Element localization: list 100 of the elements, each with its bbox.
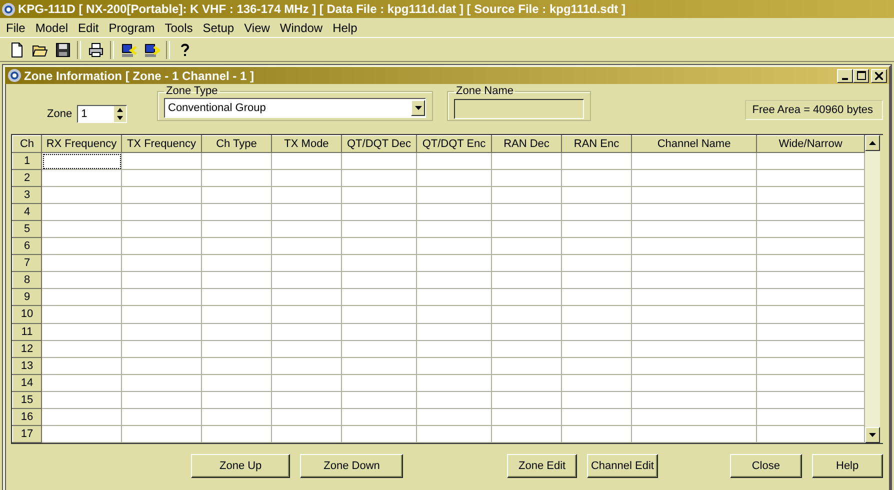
table-cell[interactable] xyxy=(632,425,756,442)
table-cell[interactable] xyxy=(122,152,202,170)
table-cell[interactable] xyxy=(272,152,342,170)
table-cell[interactable] xyxy=(492,152,562,170)
table-cell[interactable] xyxy=(42,408,122,426)
row-header[interactable]: 9 xyxy=(12,288,42,306)
table-cell[interactable] xyxy=(492,340,562,358)
table-cell[interactable] xyxy=(42,186,122,204)
table-cell[interactable] xyxy=(342,186,416,204)
table-cell[interactable] xyxy=(202,254,272,272)
row-header[interactable]: 1 xyxy=(12,152,42,170)
table-cell[interactable] xyxy=(202,306,272,324)
table-cell[interactable] xyxy=(272,238,342,255)
zone-name-field[interactable] xyxy=(454,99,584,119)
scroll-bar[interactable] xyxy=(865,135,880,443)
table-cell[interactable] xyxy=(342,204,416,221)
table-cell[interactable] xyxy=(416,272,492,289)
table-cell[interactable] xyxy=(122,170,202,187)
table-cell[interactable] xyxy=(122,186,202,204)
dialog-button[interactable]: Zone Edit xyxy=(507,454,577,478)
table-cell[interactable] xyxy=(562,391,632,408)
printer-icon[interactable] xyxy=(88,42,104,58)
table-cell[interactable] xyxy=(122,323,202,340)
table-cell[interactable] xyxy=(122,374,202,392)
table-cell[interactable] xyxy=(756,186,864,204)
table-cell[interactable] xyxy=(42,357,122,374)
table-cell[interactable] xyxy=(416,152,492,170)
table-cell[interactable] xyxy=(202,323,272,340)
table-cell[interactable] xyxy=(416,374,492,392)
dialog-button[interactable]: Zone Down xyxy=(300,454,404,478)
table-cell[interactable] xyxy=(342,323,416,340)
table-cell[interactable] xyxy=(756,272,864,289)
table-cell[interactable] xyxy=(42,254,122,272)
row-header[interactable]: 13 xyxy=(12,357,42,374)
table-cell[interactable] xyxy=(562,357,632,374)
table-cell[interactable] xyxy=(122,238,202,255)
table-cell[interactable] xyxy=(342,306,416,324)
table-cell[interactable] xyxy=(756,323,864,340)
row-header[interactable]: 4 xyxy=(12,204,42,221)
table-cell[interactable] xyxy=(202,238,272,255)
table-cell[interactable] xyxy=(42,220,122,238)
row-header[interactable]: 14 xyxy=(12,374,42,392)
table-cell[interactable] xyxy=(632,391,756,408)
row-header[interactable]: 17 xyxy=(12,425,42,442)
table-cell[interactable] xyxy=(272,204,342,221)
table-cell[interactable] xyxy=(562,170,632,187)
table-cell[interactable] xyxy=(342,254,416,272)
table-cell[interactable] xyxy=(756,425,864,442)
zone-spinner[interactable]: 1 xyxy=(77,105,128,123)
table-cell[interactable] xyxy=(42,306,122,324)
row-header[interactable]: 15 xyxy=(12,391,42,408)
table-cell[interactable] xyxy=(756,254,864,272)
column-header[interactable]: RAN Dec xyxy=(492,136,562,153)
dialog-button[interactable]: Close xyxy=(730,454,802,478)
table-cell[interactable] xyxy=(202,374,272,392)
column-header[interactable]: Wide/Narrow xyxy=(756,136,864,153)
table-cell[interactable] xyxy=(632,340,756,358)
menu-item[interactable]: Edit xyxy=(73,20,104,34)
table-cell[interactable] xyxy=(492,238,562,255)
table-cell[interactable] xyxy=(632,306,756,324)
dialog-button[interactable]: Help xyxy=(812,454,884,478)
table-cell[interactable] xyxy=(416,425,492,442)
row-header[interactable]: 5 xyxy=(12,220,42,238)
dialog-button[interactable]: Channel Edit xyxy=(586,454,658,478)
table-cell[interactable] xyxy=(42,152,122,170)
menu-item[interactable]: View xyxy=(239,20,275,34)
table-cell[interactable] xyxy=(342,374,416,392)
table-cell[interactable] xyxy=(416,204,492,221)
table-cell[interactable] xyxy=(122,357,202,374)
table-cell[interactable] xyxy=(122,408,202,426)
row-header[interactable]: 8 xyxy=(12,272,42,289)
table-cell[interactable] xyxy=(202,391,272,408)
table-cell[interactable] xyxy=(202,288,272,306)
table-cell[interactable] xyxy=(562,340,632,358)
column-header[interactable]: QT/DQT Dec xyxy=(342,136,416,153)
row-header[interactable]: 6 xyxy=(12,238,42,255)
table-cell[interactable] xyxy=(42,272,122,289)
column-header[interactable]: TX Mode xyxy=(272,136,342,153)
table-cell[interactable] xyxy=(562,306,632,324)
table-cell[interactable] xyxy=(492,357,562,374)
table-cell[interactable] xyxy=(756,288,864,306)
table-cell[interactable] xyxy=(756,374,864,392)
row-header[interactable]: 12 xyxy=(12,340,42,358)
row-header[interactable]: 3 xyxy=(12,186,42,204)
table-cell[interactable] xyxy=(632,357,756,374)
menu-item[interactable]: Window xyxy=(274,20,328,34)
table-cell[interactable] xyxy=(342,408,416,426)
table-cell[interactable] xyxy=(632,408,756,426)
table-cell[interactable] xyxy=(632,170,756,187)
menu-item[interactable]: Help xyxy=(328,20,362,34)
table-cell[interactable] xyxy=(272,391,342,408)
menu-item[interactable]: Program xyxy=(104,20,160,34)
table-cell[interactable] xyxy=(756,220,864,238)
table-cell[interactable] xyxy=(756,152,864,170)
table-cell[interactable] xyxy=(42,238,122,255)
maximize-button[interactable] xyxy=(853,68,869,82)
table-cell[interactable] xyxy=(122,306,202,324)
table-cell[interactable] xyxy=(342,152,416,170)
table-cell[interactable] xyxy=(202,152,272,170)
dialog-button[interactable]: Zone Up xyxy=(191,454,290,478)
